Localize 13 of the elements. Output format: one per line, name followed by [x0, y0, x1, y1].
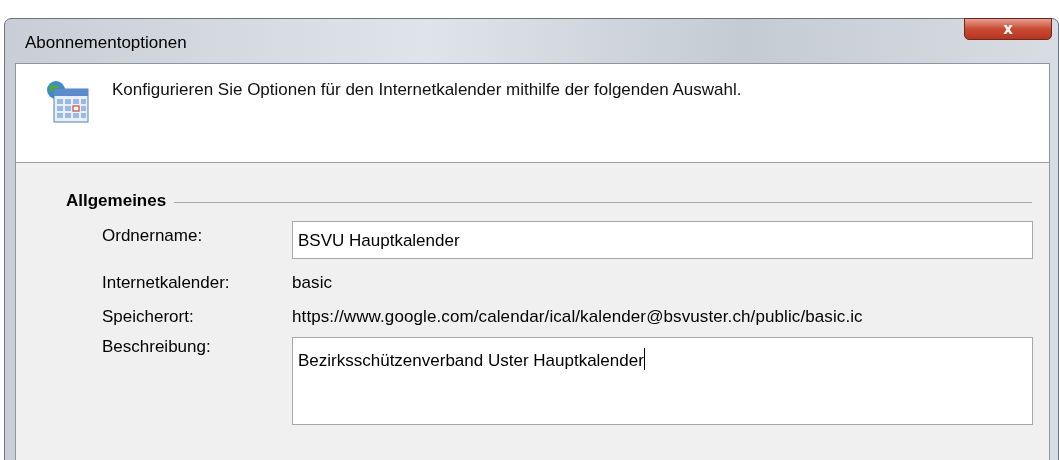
- field-label: Ordnername:: [102, 225, 204, 246]
- field-value: https://www.google.com/calendar/ical/kalender@bsvuster.ch/public/basic.ic: [292, 307, 863, 327]
- field-label: Internetkalender:: [102, 273, 231, 293]
- window-title: Abonnementoptionen: [24, 32, 187, 53]
- folder-name-field[interactable]: BSVU Hauptkalender: [292, 221, 1033, 259]
- field-label: Beschreibung:: [102, 337, 212, 357]
- description-field[interactable]: Bezirksschützenverband Uster Hauptkalender: [292, 337, 1033, 425]
- instruction-text: Konfigurieren Sie Optionen für den Internetkalender mithilfe der folgenden Auswahl.: [112, 80, 742, 100]
- close-button[interactable]: x: [964, 18, 1052, 40]
- field-value: basic: [292, 273, 333, 293]
- section-title: Allgemeines: [66, 191, 167, 211]
- field-label: Speicherort:: [102, 307, 195, 327]
- calendar-icon: [44, 80, 90, 126]
